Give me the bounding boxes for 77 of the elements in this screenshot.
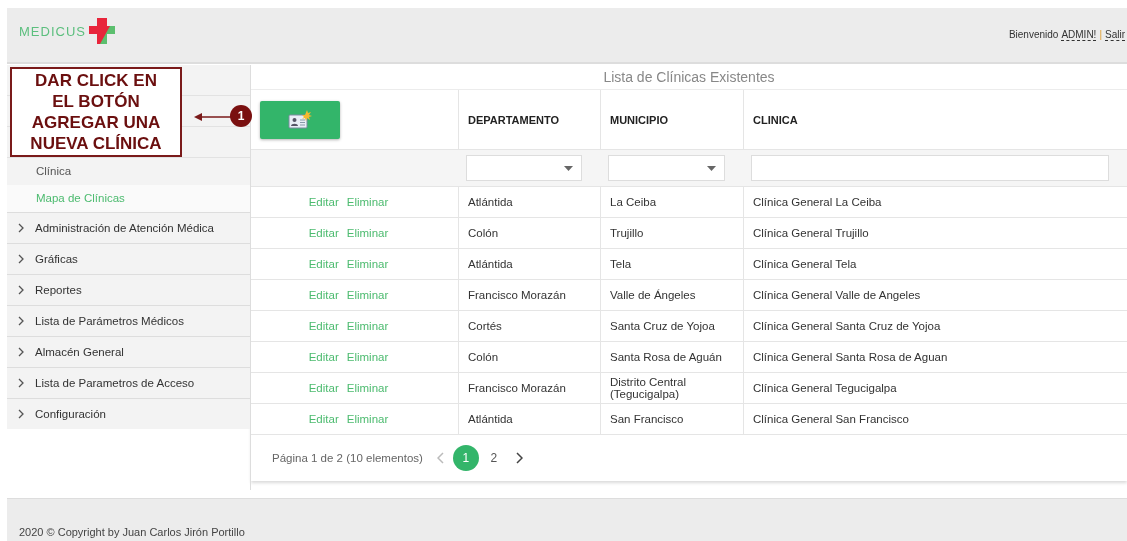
table-cell: Clínica General Santa Cruz de Yojoa <box>753 320 941 333</box>
table-cell: Francisco Morazán <box>468 382 566 395</box>
menu-group[interactable]: Reportes <box>7 274 250 306</box>
table-cell: Atlántida <box>468 258 513 271</box>
add-button[interactable] <box>260 100 340 139</box>
delete-link[interactable]: Eliminar <box>346 227 389 240</box>
medical-cross-icon <box>87 18 118 45</box>
table-cell: Clínica General Tegucigalpa <box>753 382 897 395</box>
instruction-callout: DAR CLICK EN EL BOTÓN AGREGAR UNA NUEVA CLÍNICA <box>10 67 182 158</box>
filter-field[interactable] <box>751 155 1109 182</box>
table-cell: Atlántida <box>468 413 513 426</box>
page-button[interactable]: 1 <box>452 445 479 472</box>
edit-link[interactable]: Editar <box>308 413 339 426</box>
menu-subitem[interactable]: Mapa de Clínicas <box>7 185 250 213</box>
table-cell: Clínica General Tela <box>753 258 857 271</box>
table-cell: Atlántida <box>468 196 513 209</box>
delete-link[interactable]: Eliminar <box>346 196 389 209</box>
delete-link[interactable]: Eliminar <box>346 382 389 395</box>
table-cell: Clínica General San Francisco <box>753 413 909 426</box>
table-cell: Trujillo <box>610 227 644 240</box>
menu-subitem[interactable]: Clínica <box>7 158 250 186</box>
logo-text: MEDICUS <box>19 23 86 39</box>
menu-group-label: Almacén General <box>35 346 124 359</box>
edit-link[interactable]: Editar <box>308 289 339 302</box>
edit-link[interactable]: Editar <box>308 196 339 209</box>
menu-group[interactable]: Almacén General <box>7 336 250 368</box>
caret-icon <box>707 165 716 171</box>
table-cell: Colón <box>468 351 499 364</box>
id-card-icon <box>288 109 312 130</box>
user-link[interactable]: ADMIN! <box>1061 29 1097 42</box>
table-cell: Santa Rosa de Aguán <box>610 351 722 364</box>
table-cell: Clínica General Trujillo <box>753 227 869 240</box>
delete-link[interactable]: Eliminar <box>346 413 389 426</box>
table-title: Lista de Clínicas Existentes <box>251 65 1127 91</box>
copyright-text: 2020 © Copyright by Juan Carlos Jirón Portillo <box>19 526 245 538</box>
table-cell: Tela <box>610 258 632 271</box>
table-cell: Cortés <box>468 320 502 333</box>
logout-link[interactable]: Salir <box>1105 29 1125 42</box>
table-cell: San Francisco <box>610 413 684 426</box>
menu-group-label: Lista de Parámetros Médicos <box>35 315 184 328</box>
filter-dropdown[interactable] <box>608 155 725 182</box>
menu-group-label: Gráficas <box>35 253 78 266</box>
caret-icon <box>564 165 573 171</box>
separator-text: | <box>1099 29 1102 42</box>
edit-link[interactable]: Editar <box>308 382 339 395</box>
menu-group-label: Reportes <box>35 284 82 297</box>
menu-group[interactable]: Administración de Atención Médica <box>7 212 250 244</box>
chevron-left-icon[interactable] <box>436 452 445 465</box>
table-cell: Santa Cruz de Yojoa <box>610 320 715 333</box>
menu-group[interactable]: Lista de Parametros de Acceso <box>7 367 250 399</box>
delete-link[interactable]: Eliminar <box>346 320 389 333</box>
page-button[interactable]: 2 <box>480 445 507 472</box>
table-cell: Francisco Morazán <box>468 289 566 302</box>
menu-group[interactable]: Configuración <box>7 398 250 430</box>
chevron-right-icon[interactable] <box>514 452 523 465</box>
menu-group[interactable]: Gráficas <box>7 243 250 275</box>
delete-link[interactable]: Eliminar <box>346 289 389 302</box>
menu-group-label: Lista de Parametros de Acceso <box>35 377 195 390</box>
filter-dropdown[interactable] <box>466 155 582 182</box>
menu-group-label: Administración de Atención Médica <box>35 222 214 235</box>
edit-link[interactable]: Editar <box>308 351 339 364</box>
welcome-text: Bienvenido <box>1008 29 1059 42</box>
table-cell-text: Distrito Central (Tegucigalpa) <box>610 376 688 401</box>
table-cell: La Ceiba <box>610 196 657 209</box>
table-cell: Colón <box>468 227 499 240</box>
table-cell: Valle de Ángeles <box>610 289 696 302</box>
menu-group[interactable]: Lista de Parámetros Médicos <box>7 305 250 337</box>
page-summary: Página 1 de 2 (10 elementos) <box>272 452 423 465</box>
table-cell: Clínica General La Ceiba <box>753 196 882 209</box>
edit-link[interactable]: Editar <box>308 258 339 271</box>
table-cell: Clínica General Valle de Angeles <box>753 289 921 302</box>
table-cell: Clínica General Santa Rosa de Aguan <box>753 351 948 364</box>
menu-group-label: Configuración <box>35 408 106 421</box>
delete-link[interactable]: Eliminar <box>346 351 389 364</box>
edit-link[interactable]: Editar <box>308 227 339 240</box>
delete-link[interactable]: Eliminar <box>346 258 389 271</box>
edit-link[interactable]: Editar <box>308 320 339 333</box>
